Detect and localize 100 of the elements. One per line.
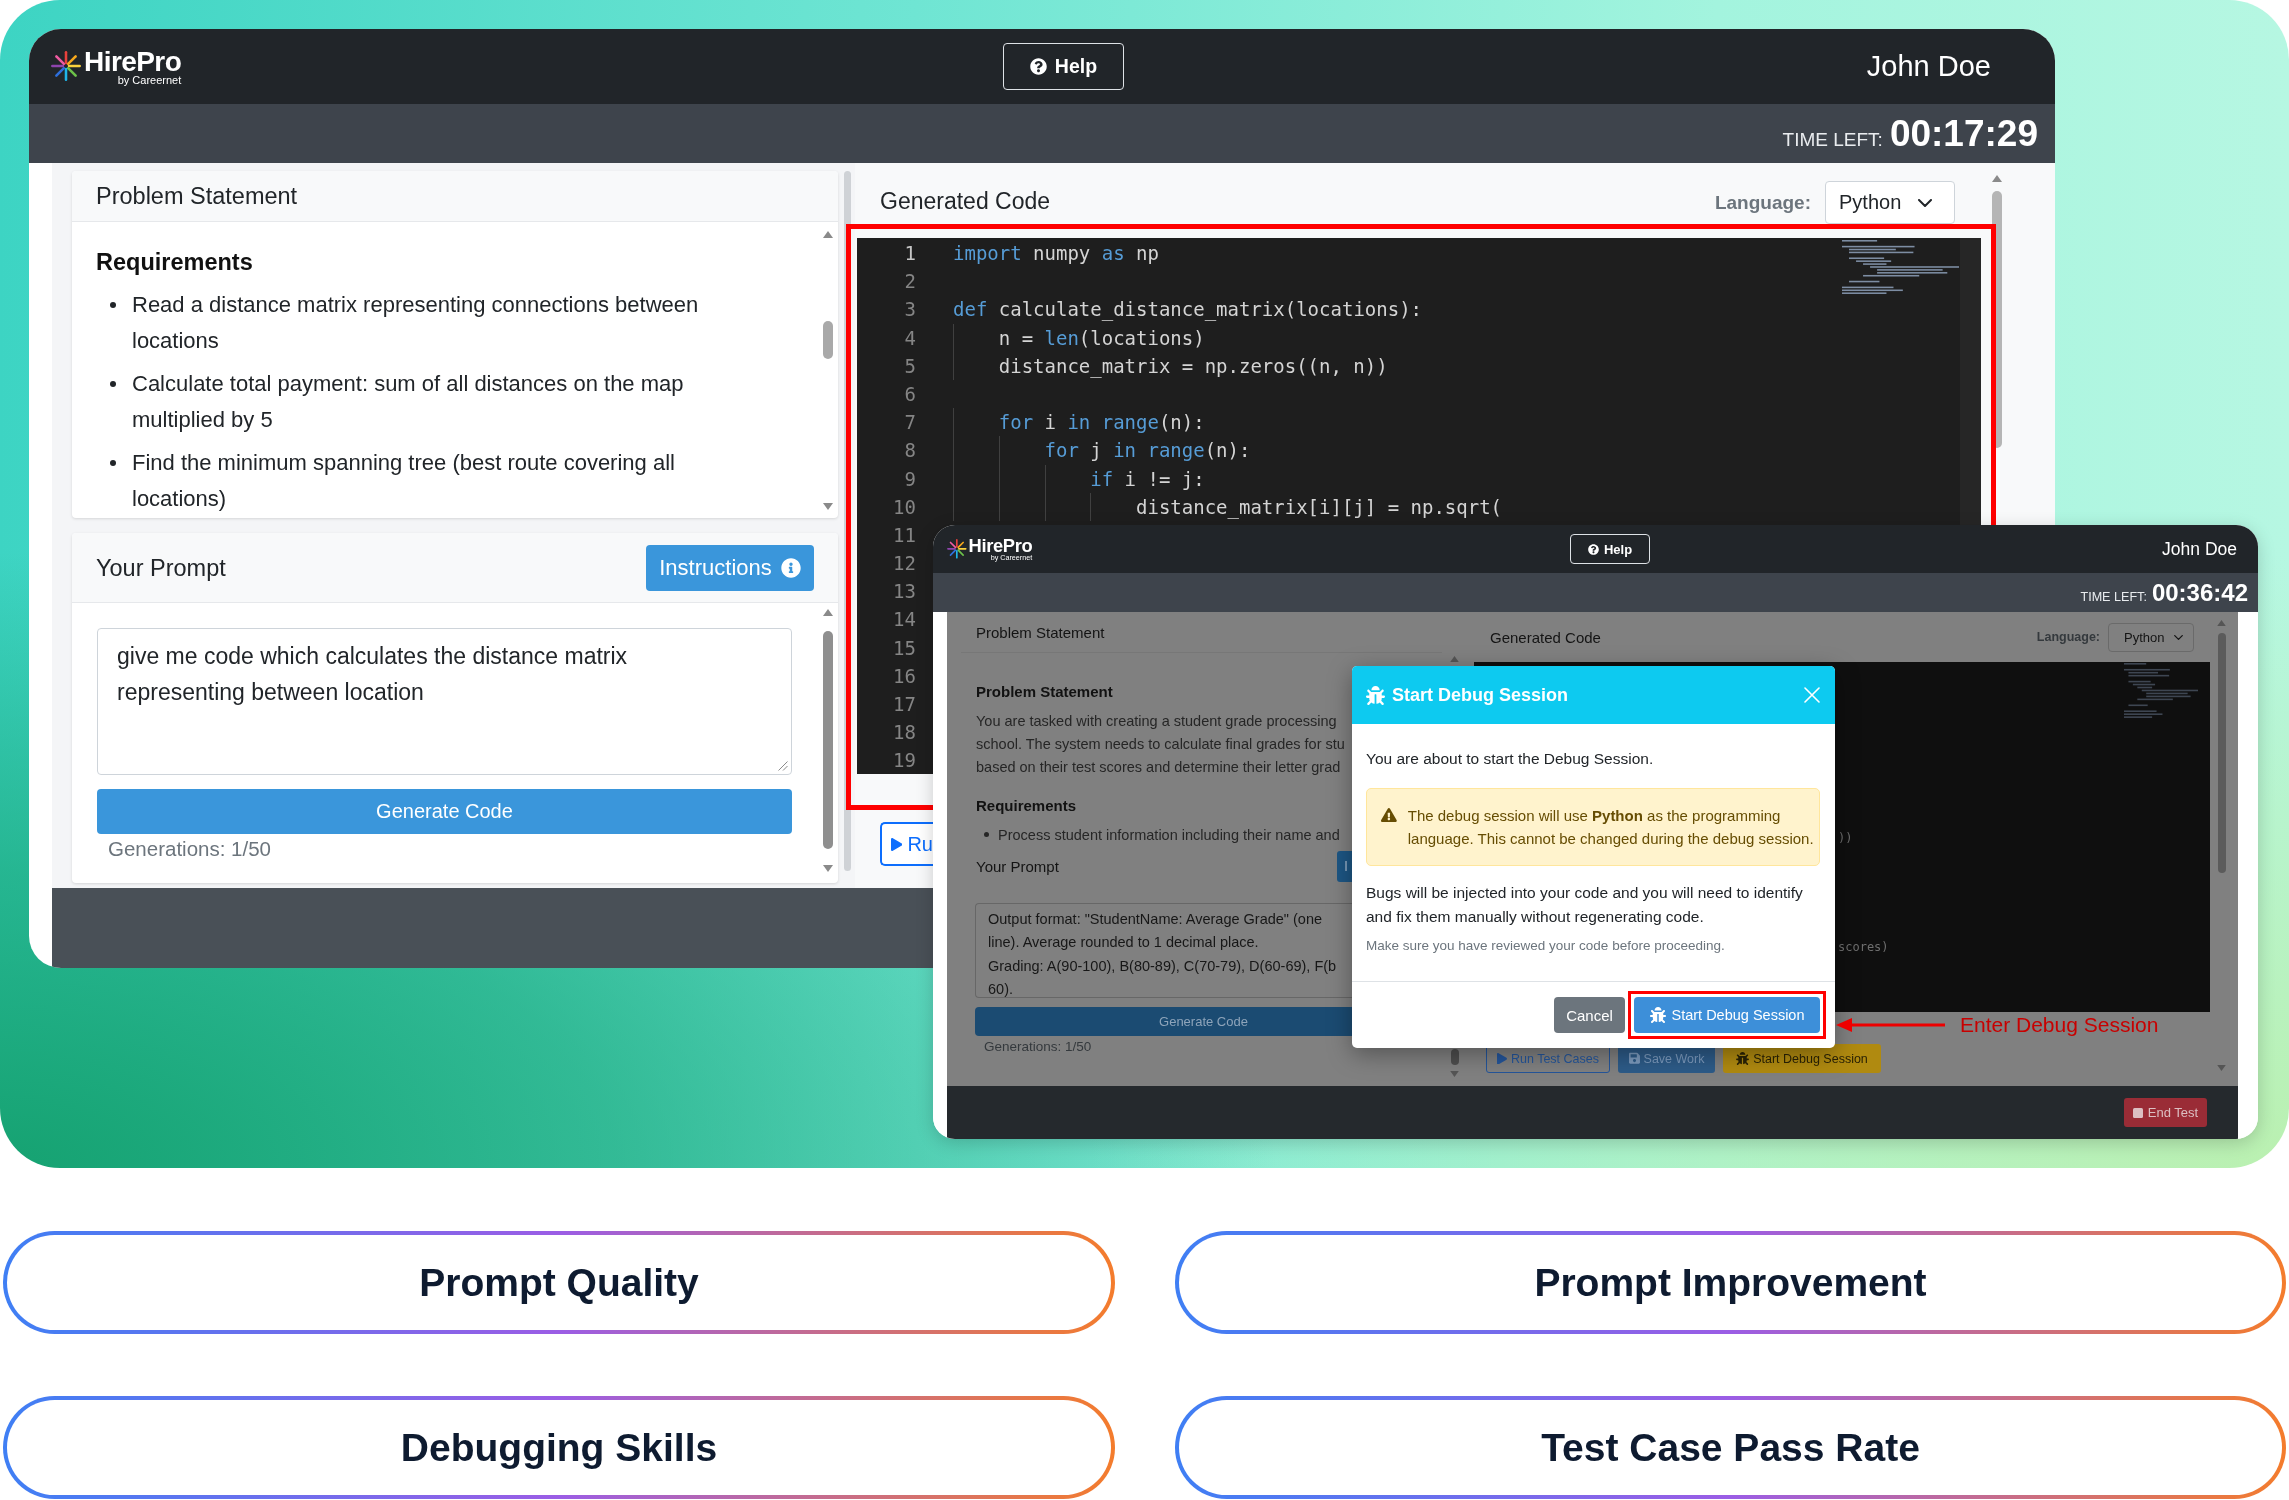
line-number: 13: [893, 579, 916, 605]
line-number: 11: [893, 522, 916, 548]
line-number: 12: [893, 551, 916, 577]
line-number: 2: [904, 269, 916, 295]
section-heading: Requirements: [96, 248, 253, 277]
code-line: distance_matrix[i][j] = np.sqrt(: [1136, 494, 1503, 521]
instructions-button[interactable]: Instructions: [646, 544, 814, 591]
code-line: import numpy as np: [953, 241, 1159, 266]
stop-icon: [2132, 1107, 2143, 1118]
line-number: 19: [893, 748, 916, 774]
generations-count: Generations: 1/50: [984, 1039, 1092, 1054]
timer-label: TIME LEFT:: [1782, 128, 1883, 151]
section-heading: Requirements: [976, 795, 1077, 816]
generate-code-button[interactable]: Generate Code: [97, 789, 792, 834]
modal-title: Start Debug Session: [1392, 684, 1569, 706]
code-line: for i in range(n):: [998, 410, 1205, 436]
bullet-text: Calculate total payment: sum of all distances on the map multiplied by 5: [132, 370, 685, 434]
bullet-text: Find the minimum spanning tree (best route covering all locations): [132, 449, 676, 513]
start-debug-button[interactable]: Start Debug Session: [1634, 997, 1820, 1033]
bullet-text: Process student information including their name and: [998, 825, 1340, 845]
line-number: 18: [893, 720, 916, 746]
bullet-icon: [110, 381, 116, 387]
scroll-down-icon[interactable]: [1450, 1071, 1459, 1077]
help-icon: [1587, 543, 1599, 555]
scrollbar-thumb[interactable]: [822, 321, 833, 359]
panel-title: Generated Code: [1490, 628, 1601, 646]
annotation-text: Enter Debug Session: [1960, 1012, 2159, 1038]
scroll-down-icon[interactable]: [822, 864, 833, 872]
code-line: scores): [1838, 939, 1889, 957]
resize-grip-icon: [778, 761, 788, 771]
generations-count: Generations: 1/50: [108, 837, 271, 860]
start-debug-button[interactable]: Start Debug Session: [1723, 1044, 1881, 1073]
cancel-button[interactable]: Cancel: [1554, 997, 1625, 1033]
play-icon: [891, 835, 903, 853]
starburst-logo-icon: [51, 51, 81, 82]
scrollbar-thumb[interactable]: [1992, 191, 2002, 448]
run-button[interactable]: Ru: [880, 822, 933, 866]
chevron-down-icon: [1918, 198, 1932, 207]
code-line: distance_matrix = np.zeros((n, n)): [998, 353, 1388, 380]
bug-icon: [1649, 1007, 1666, 1023]
language-label: Language:: [1714, 191, 1811, 214]
line-number: 15: [893, 635, 916, 661]
bullet-icon: [110, 302, 116, 308]
help-button[interactable]: Help: [1570, 534, 1650, 564]
logo-tagline: by Careernet: [117, 74, 182, 86]
close-button[interactable]: [1804, 687, 1820, 703]
info-icon: [780, 557, 801, 578]
bullet-icon: [110, 460, 116, 466]
generate-code-button[interactable]: Generate Code: [975, 1007, 1352, 1036]
scroll-up-icon[interactable]: [1992, 174, 2002, 182]
card-title: Your Prompt: [976, 857, 1059, 875]
play-icon: [1497, 1052, 1507, 1065]
bug-icon: [1736, 1052, 1750, 1065]
bullet-icon: [984, 832, 989, 838]
scroll-down-icon[interactable]: [2217, 1064, 2226, 1071]
scroll-up-icon[interactable]: [822, 231, 833, 238]
logo-text: HirePro: [968, 536, 1033, 556]
scrollbar-thumb[interactable]: [1450, 1049, 1459, 1065]
prompt-input[interactable]: Output format: "StudentName: Average Grade" (one line). Average rounded to 1 decimal place. Grading: A(90-100), B(80-89), C(70-79), D(60-69), F(b 60).: [975, 903, 1352, 998]
line-number: 1: [904, 241, 916, 266]
language-select[interactable]: Python: [1825, 181, 1955, 224]
language-select[interactable]: Python: [2108, 622, 2194, 652]
code-line: if i != j:: [1090, 466, 1205, 492]
chevron-down-icon: [2174, 634, 2183, 640]
scrollbar-thumb[interactable]: [2217, 633, 2226, 873]
scrollbar-thumb[interactable]: [822, 631, 833, 849]
line-number: 8: [904, 438, 916, 464]
scroll-down-icon[interactable]: [822, 503, 833, 510]
line-number: 4: [904, 325, 916, 351]
timer-label: TIME LEFT:: [2080, 589, 2147, 604]
language-label: Language:: [2036, 630, 2100, 644]
timer-value: 00:17:29: [1889, 112, 2038, 155]
modal-text: You are about to start the Debug Session.: [1366, 749, 1654, 769]
user-name: John Doe: [2162, 538, 2237, 560]
line-number: 5: [904, 353, 916, 379]
card-title: Your Prompt: [96, 553, 226, 583]
help-button[interactable]: Help: [1003, 43, 1124, 90]
line-number: 9: [904, 466, 916, 492]
warning-icon: [1381, 808, 1397, 822]
modal-text: Bugs will be injected into your code and you will need to identify and fix them manually without regenerating code.: [1366, 883, 1804, 927]
scroll-up-icon[interactable]: [822, 608, 833, 616]
starburst-logo-icon: [947, 539, 967, 559]
prompt-input[interactable]: give me code which calculates the distance matrix representing between location: [97, 628, 792, 775]
line-number: 14: [893, 607, 916, 633]
instructions-button[interactable]: I: [1337, 850, 1352, 882]
user-name: John Doe: [1866, 50, 1991, 83]
line-number: 3: [904, 297, 916, 323]
scroll-up-icon[interactable]: [2217, 619, 2226, 626]
close-icon: [1804, 687, 1820, 703]
help-icon: [1029, 58, 1047, 75]
code-line: )): [1838, 829, 1853, 847]
bug-icon: [1366, 685, 1385, 705]
code-line: def calculate_distance_matrix(locations):: [953, 297, 1422, 323]
end-test-button[interactable]: End Test: [2124, 1098, 2207, 1127]
card-title: Problem Statement: [96, 182, 298, 211]
line-number: 17: [893, 692, 916, 717]
problem-text: You are tasked with creating a student grade processing school. The system needs to calculate final grades for stu based on their test scores and determine their letter grad: [976, 711, 1345, 778]
scroll-up-icon[interactable]: [1450, 656, 1459, 662]
warning-text: The debug session will use Python as the programming language. This cannot be changed during the debug session.: [1407, 806, 1815, 849]
scrollbar-thumb[interactable]: [844, 171, 851, 871]
